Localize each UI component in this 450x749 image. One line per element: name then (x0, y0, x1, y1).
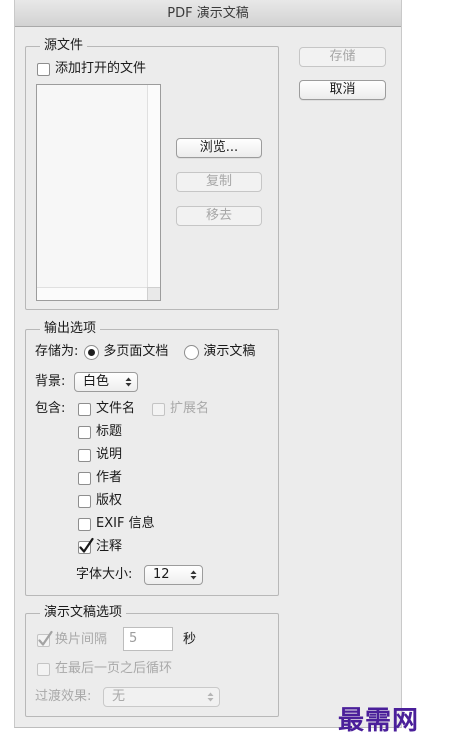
include-author-box[interactable] (78, 471, 91, 485)
advance-seconds-input[interactable]: 5 (123, 627, 173, 651)
include-label-row: 包含: (35, 400, 65, 418)
include-extension-label: 扩展名 (170, 401, 210, 416)
radio-multipage[interactable] (84, 344, 100, 360)
output-options-group: 输出选项 存储为: 多页面文档 演示文稿 背景: 白色 包含: 文件名 扩展名 (25, 321, 279, 596)
watermark-logo: 最需网 (338, 706, 420, 736)
radio-presentation[interactable] (184, 344, 200, 360)
include-notes-box[interactable] (78, 537, 94, 554)
file-list-horizontal-scrollbar[interactable] (37, 287, 160, 300)
advance-unit-label: 秒 (183, 632, 197, 647)
include-copyright-box[interactable] (78, 494, 91, 508)
file-list-vertical-scrollbar[interactable] (147, 85, 160, 300)
checkmark-icon (38, 630, 53, 646)
presentation-options-group: 演示文稿选项 换片间隔 5 秒 在最后一页之后循环 过渡效果: 无 (25, 605, 279, 717)
cancel-button[interactable]: 取消 (299, 80, 386, 100)
include-description-box[interactable] (78, 448, 91, 462)
add-open-files-label: 添加打开的文件 (55, 61, 147, 76)
include-copyright[interactable]: 版权 (78, 492, 122, 510)
include-notes[interactable]: 注释 (78, 537, 123, 556)
include-notes-label: 注释 (96, 539, 123, 554)
advance-every-label: 换片间隔 (55, 632, 108, 647)
font-size-row: 字体大小: (76, 566, 132, 584)
remove-button[interactable]: 移去 (176, 206, 262, 226)
select-arrows-icon (125, 377, 132, 387)
background-select[interactable]: 白色 (74, 372, 138, 392)
select-arrows-icon (190, 570, 197, 580)
font-size-label: 字体大小: (76, 567, 133, 582)
include-extension[interactable]: 扩展名 (152, 400, 209, 418)
font-size-select[interactable]: 12 (144, 565, 203, 585)
include-label: 包含: (35, 401, 66, 416)
include-description-label: 说明 (96, 447, 123, 462)
background-row: 背景: (35, 373, 65, 391)
transition-select[interactable]: 无 (103, 687, 220, 707)
duplicate-button[interactable]: 复制 (176, 172, 262, 192)
checkmark-icon (79, 537, 94, 553)
advance-every-box[interactable] (37, 630, 53, 647)
include-title-label: 标题 (96, 424, 123, 439)
source-files-title: 源文件 (40, 38, 88, 54)
advance-every-checkbox[interactable]: 换片间隔 (37, 630, 108, 649)
loop-box[interactable] (37, 662, 50, 676)
save-as-row: 存储为: 多页面文档 演示文稿 (35, 343, 255, 361)
include-exif-box[interactable] (78, 517, 91, 531)
save-button[interactable]: 存储 (299, 47, 386, 67)
output-options-title: 输出选项 (40, 321, 101, 337)
window-title: PDF 演示文稿 (15, 0, 401, 27)
presentation-options-title: 演示文稿选项 (40, 605, 127, 621)
add-open-files-checkbox[interactable]: 添加打开的文件 (37, 60, 146, 78)
background-label: 背景: (35, 374, 66, 389)
advance-unit-row: 秒 (183, 631, 196, 649)
include-author[interactable]: 作者 (78, 469, 122, 487)
transition-label: 过渡效果: (35, 689, 92, 704)
transition-row: 过渡效果: (35, 688, 91, 706)
source-files-group: 源文件 添加打开的文件 浏览... 复制 移去 (25, 38, 279, 310)
include-copyright-label: 版权 (96, 493, 123, 508)
add-open-files-box[interactable] (37, 62, 50, 76)
include-filename-box[interactable] (78, 402, 91, 416)
include-exif[interactable]: EXIF 信息 (78, 515, 155, 533)
radio-presentation-label[interactable]: 演示文稿 (203, 343, 255, 361)
source-file-list[interactable] (36, 84, 161, 301)
save-as-label: 存储为: (35, 344, 79, 359)
pdf-presentation-dialog: PDF 演示文稿 源文件 添加打开的文件 浏览... 复制 移去 存储 取消 输… (14, 0, 402, 728)
file-list-scroll-corner (147, 287, 160, 300)
loop-checkbox[interactable]: 在最后一页之后循环 (37, 660, 172, 678)
radio-multipage-label[interactable]: 多页面文档 (103, 343, 168, 361)
include-filename-label: 文件名 (96, 401, 136, 416)
background-value: 白色 (83, 374, 110, 389)
include-description[interactable]: 说明 (78, 446, 122, 464)
include-title-box[interactable] (78, 425, 91, 439)
include-author-label: 作者 (96, 470, 123, 485)
include-exif-label: EXIF 信息 (96, 516, 155, 531)
include-title[interactable]: 标题 (78, 423, 122, 441)
loop-label: 在最后一页之后循环 (55, 661, 173, 676)
transition-value: 无 (112, 689, 126, 704)
select-arrows-icon (207, 692, 214, 702)
include-extension-box[interactable] (152, 402, 165, 416)
font-size-value: 12 (153, 567, 170, 582)
include-filename[interactable]: 文件名 (78, 400, 135, 418)
browse-button[interactable]: 浏览... (176, 138, 262, 158)
